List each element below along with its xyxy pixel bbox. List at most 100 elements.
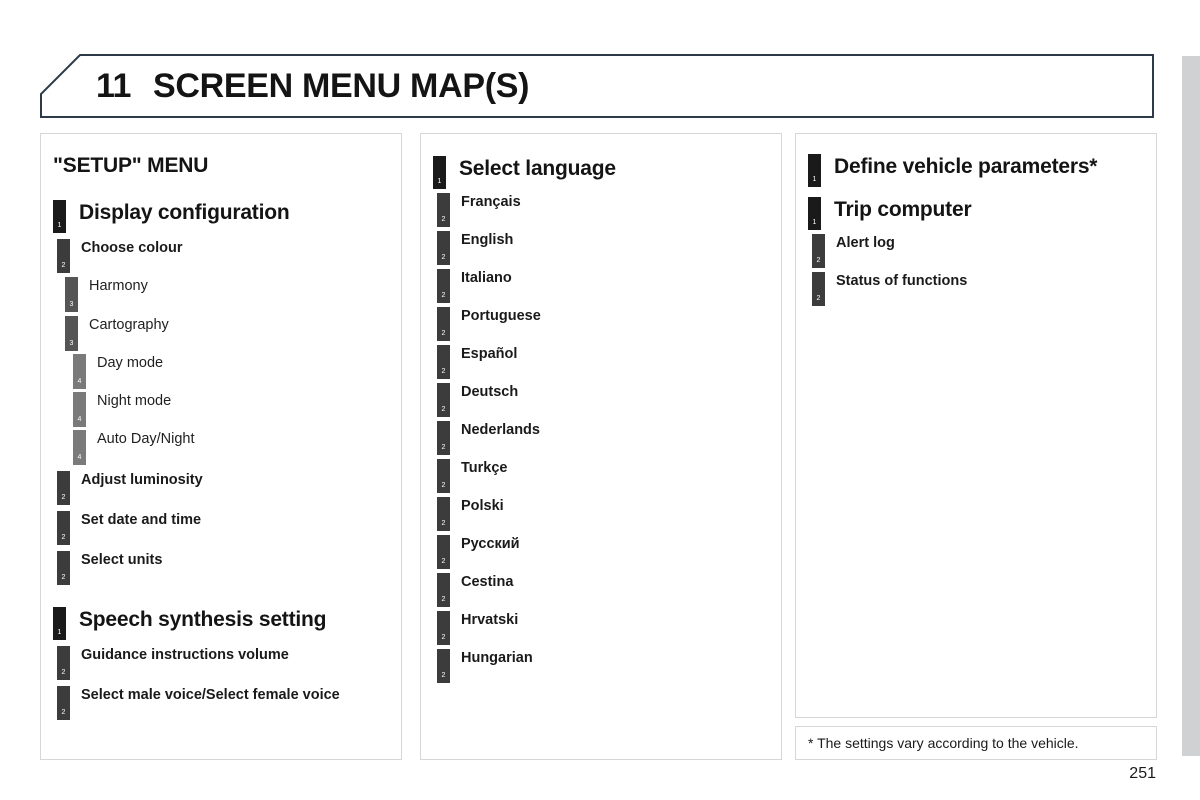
menu-entry-level-4[interactable]: 4 Day mode bbox=[73, 354, 401, 389]
menu-entry-level-2[interactable]: 2 Turkçe bbox=[437, 459, 781, 493]
menu-entry-level-4[interactable]: 4 Night mode bbox=[73, 392, 401, 427]
level-marker-icon: 2 bbox=[57, 511, 70, 545]
menu-entry-level-3[interactable]: 3 Cartography bbox=[65, 316, 401, 351]
level-marker-icon: 4 bbox=[73, 392, 86, 427]
menu-entry-level-1[interactable]: 1 Display configuration bbox=[53, 200, 401, 233]
level-marker-icon: 3 bbox=[65, 316, 78, 351]
level-marker-number: 2 bbox=[441, 330, 446, 337]
level-marker-number: 2 bbox=[816, 295, 821, 302]
menu-entry-label: Define vehicle parameters* bbox=[834, 155, 1098, 178]
menu-entry-level-4[interactable]: 4 Auto Day/Night bbox=[73, 430, 401, 465]
menu-entry-label: Status of functions bbox=[836, 273, 968, 289]
level-marker-number: 2 bbox=[441, 596, 446, 603]
menu-entry-label: Set date and time bbox=[81, 512, 202, 528]
menu-entry-label: Night mode bbox=[97, 393, 172, 409]
menu-entry-list: 1 Select language 2 Français 2 English 2 Italia… bbox=[421, 156, 781, 683]
level-marker-number: 1 bbox=[57, 222, 62, 229]
menu-entry-label: Trip computer bbox=[834, 198, 972, 221]
menu-entry-level-2[interactable]: 2 Français bbox=[437, 193, 781, 227]
menu-entry-level-2[interactable]: 2 Choose colour bbox=[57, 239, 401, 273]
menu-entry-level-2[interactable]: 2 Status of functions bbox=[812, 272, 1156, 306]
level-marker-icon: 1 bbox=[53, 607, 66, 640]
level-marker-number: 2 bbox=[441, 672, 446, 679]
level-marker-icon: 3 bbox=[65, 277, 78, 312]
menu-entry-label: Cartography bbox=[89, 317, 169, 333]
menu-entry-label: Turkçe bbox=[461, 460, 508, 476]
level-marker-number: 2 bbox=[61, 574, 66, 581]
chapter-header-text: 11 SCREEN MENU MAP(S) bbox=[96, 54, 529, 118]
level-marker-number: 2 bbox=[61, 262, 66, 269]
menu-entry-level-2[interactable]: 2 Portuguese bbox=[437, 307, 781, 341]
menu-entry-level-2[interactable]: 2 Deutsch bbox=[437, 383, 781, 417]
level-marker-icon: 1 bbox=[808, 197, 821, 230]
menu-entry-level-1[interactable]: 1 Define vehicle parameters* bbox=[808, 154, 1156, 187]
menu-entry-label: Auto Day/Night bbox=[97, 431, 195, 447]
menu-entry-level-2[interactable]: 2 Select units bbox=[57, 551, 401, 585]
menu-entry-level-2[interactable]: 2 Hungarian bbox=[437, 649, 781, 683]
menu-entry-level-2[interactable]: 2 Polski bbox=[437, 497, 781, 531]
menu-entry-level-1[interactable]: 1 Trip computer bbox=[808, 197, 1156, 230]
page-title: SCREEN MENU MAP(S) bbox=[152, 66, 530, 105]
level-marker-icon: 2 bbox=[437, 611, 450, 645]
level-marker-icon: 2 bbox=[437, 383, 450, 417]
level-marker-icon: 1 bbox=[433, 156, 446, 189]
menu-column-language: 1 Select language 2 Français 2 English 2 Italia… bbox=[420, 133, 782, 760]
menu-entry-level-2[interactable]: 2 Italiano bbox=[437, 269, 781, 303]
menu-entry-label: Display configuration bbox=[79, 201, 290, 224]
menu-entry-level-2[interactable]: 2 Cestina bbox=[437, 573, 781, 607]
menu-entry-level-3[interactable]: 3 Harmony bbox=[65, 277, 401, 312]
level-marker-number: 2 bbox=[441, 444, 446, 451]
menu-entry-label: Select units bbox=[81, 552, 163, 568]
level-marker-number: 2 bbox=[441, 406, 446, 413]
menu-entry-label: Cestina bbox=[461, 574, 514, 590]
menu-entry-label: Harmony bbox=[89, 278, 148, 294]
level-marker-icon: 2 bbox=[437, 193, 450, 227]
menu-entry-level-2[interactable]: 2 Adjust luminosity bbox=[57, 471, 401, 505]
menu-entry-label: Speech synthesis setting bbox=[79, 608, 327, 631]
menu-entry-level-1[interactable]: 1 Select language bbox=[433, 156, 781, 189]
level-marker-icon: 2 bbox=[437, 573, 450, 607]
level-marker-number: 2 bbox=[441, 482, 446, 489]
level-marker-number: 2 bbox=[441, 368, 446, 375]
chapter-number: 11 bbox=[96, 66, 131, 105]
level-marker-number: 2 bbox=[61, 709, 66, 716]
menu-entry-label: Español bbox=[461, 346, 518, 362]
menu-entry-label: Hungarian bbox=[461, 650, 533, 666]
level-marker-icon: 2 bbox=[437, 497, 450, 531]
menu-entry-list: 1 Display configuration 2 Choose colour 3 Har… bbox=[41, 200, 401, 720]
setup-menu-heading: "SETUP" MENU bbox=[53, 154, 209, 177]
level-marker-icon: 2 bbox=[812, 234, 825, 268]
page-number: 251 bbox=[1129, 765, 1156, 782]
menu-entry-label: Deutsch bbox=[461, 384, 519, 400]
menu-entry-level-1[interactable]: 1 Speech synthesis setting bbox=[53, 607, 401, 640]
level-marker-icon: 2 bbox=[437, 307, 450, 341]
menu-entry-label: Français bbox=[461, 194, 521, 210]
menu-entry-level-2[interactable]: 2 Nederlands bbox=[437, 421, 781, 455]
menu-entry-label: Portuguese bbox=[461, 308, 541, 324]
level-marker-number: 2 bbox=[441, 292, 446, 299]
menu-entry-level-2[interactable]: 2 Select male voice/Select female voice bbox=[57, 686, 401, 720]
level-marker-number: 2 bbox=[441, 634, 446, 641]
menu-entry-label: Select language bbox=[459, 157, 616, 180]
footnote-box: * The settings vary according to the veh… bbox=[795, 726, 1157, 760]
level-marker-number: 1 bbox=[812, 219, 817, 226]
level-marker-number: 2 bbox=[61, 669, 66, 676]
menu-entry-level-2[interactable]: 2 Русский bbox=[437, 535, 781, 569]
menu-entry-label: Alert log bbox=[836, 235, 895, 251]
menu-entry-level-2[interactable]: 2 English bbox=[437, 231, 781, 265]
menu-entry-level-2[interactable]: 2 Set date and time bbox=[57, 511, 401, 545]
level-marker-number: 4 bbox=[77, 416, 82, 423]
menu-entry-label: Choose colour bbox=[81, 240, 183, 256]
level-marker-number: 2 bbox=[61, 534, 66, 541]
menu-entry-level-2[interactable]: 2 Español bbox=[437, 345, 781, 379]
level-marker-icon: 1 bbox=[808, 154, 821, 187]
menu-entry-level-2[interactable]: 2 Hrvatski bbox=[437, 611, 781, 645]
menu-entry-label: Nederlands bbox=[461, 422, 540, 438]
menu-entry-label: English bbox=[461, 232, 514, 248]
level-marker-icon: 2 bbox=[437, 649, 450, 683]
menu-entry-level-2[interactable]: 2 Guidance instructions volume bbox=[57, 646, 401, 680]
level-marker-icon: 2 bbox=[812, 272, 825, 306]
level-marker-number: 2 bbox=[441, 216, 446, 223]
level-marker-icon: 2 bbox=[437, 231, 450, 265]
menu-entry-level-2[interactable]: 2 Alert log bbox=[812, 234, 1156, 268]
